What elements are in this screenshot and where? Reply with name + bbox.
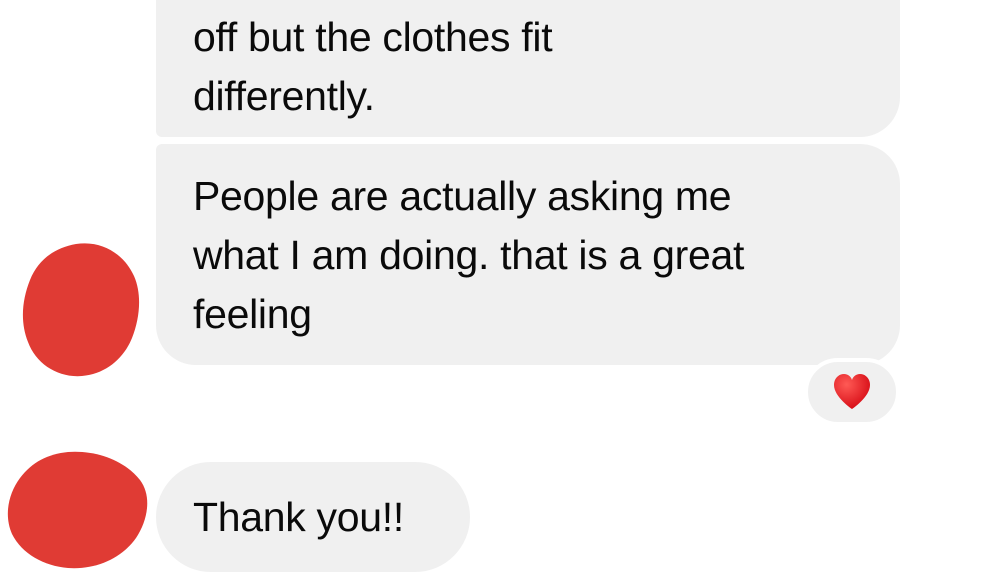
message-text-line: what I am doing. that is a great	[193, 232, 745, 278]
message-text-line: People are actually asking me	[193, 173, 732, 219]
message-bubble[interactable]: off but the clothes fit differently.	[156, 0, 900, 137]
message-reaction[interactable]	[804, 358, 900, 426]
message-bubble[interactable]: People are actually asking me what I am …	[156, 144, 900, 365]
message-text-line: Thank you!!	[193, 494, 404, 540]
redacted-avatar-icon	[7, 451, 148, 569]
message-bubble[interactable]: Thank you!!	[156, 462, 470, 572]
avatar[interactable]	[6, 450, 152, 572]
message-text-line: feeling	[193, 291, 312, 337]
message-text-line: off but the clothes fit	[193, 14, 553, 60]
redacted-avatar-icon	[22, 243, 140, 377]
heart-icon	[834, 374, 870, 409]
message-text-line: differently.	[193, 73, 375, 119]
avatar[interactable]	[20, 240, 142, 378]
